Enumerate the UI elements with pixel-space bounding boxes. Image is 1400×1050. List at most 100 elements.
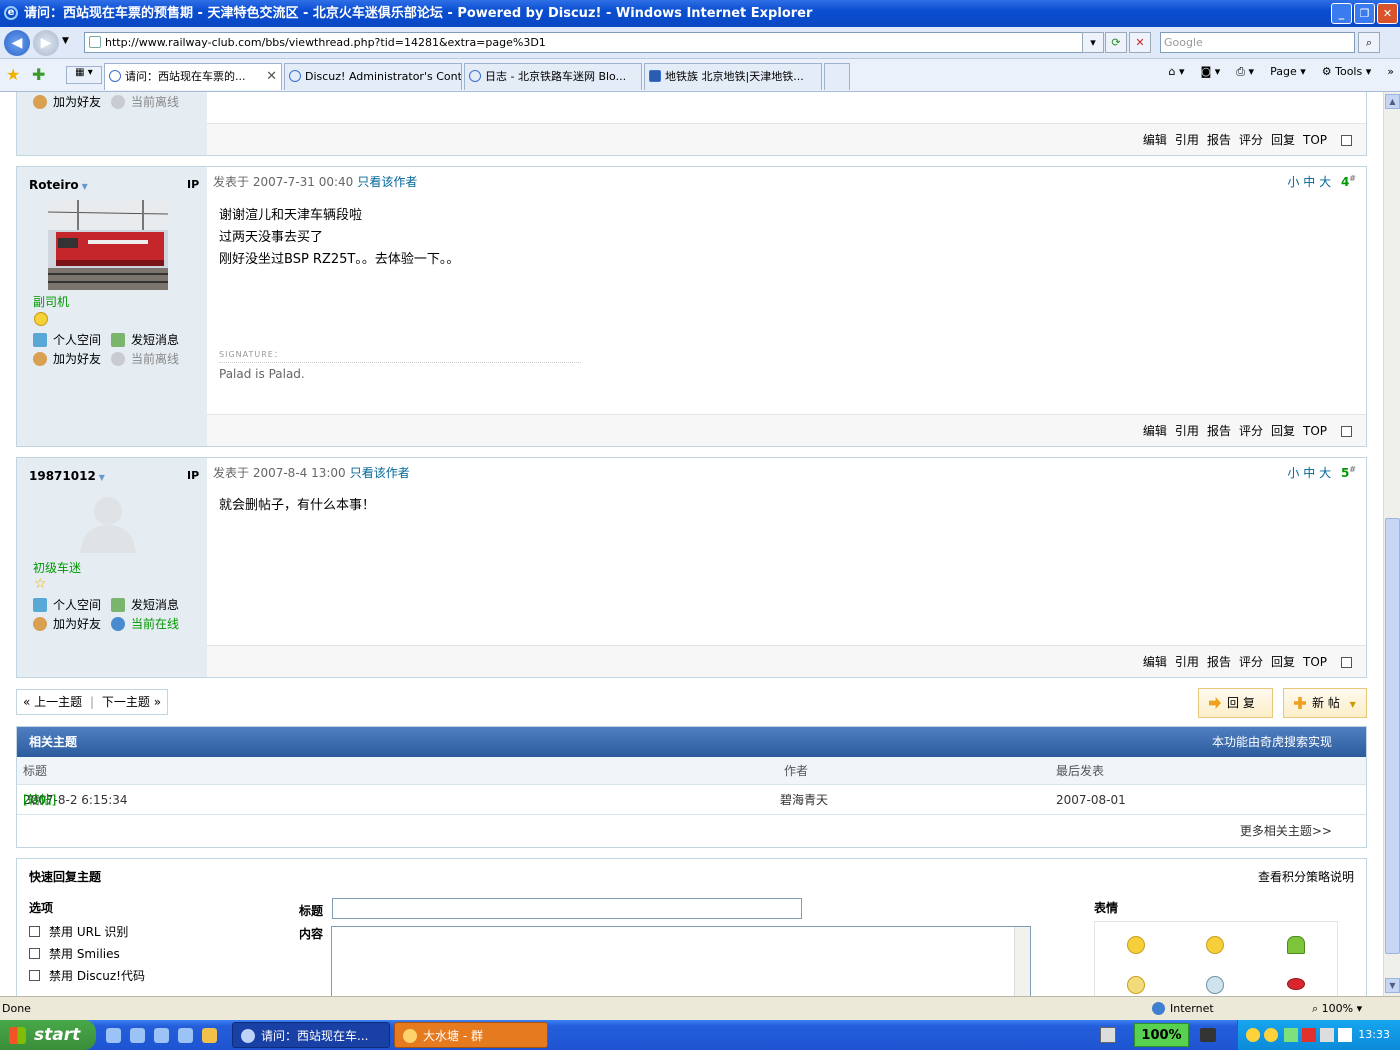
forward-button[interactable]: ▶ (33, 30, 59, 56)
select-post-checkbox[interactable] (1341, 426, 1352, 437)
start-button[interactable]: start (0, 1020, 96, 1050)
credits-policy-link[interactable]: 查看积分策略说明 (1258, 868, 1354, 885)
send-message-link[interactable]: 发短消息 (131, 333, 179, 347)
grin-emoticon-icon[interactable] (1206, 936, 1224, 954)
volume-icon[interactable] (1320, 1028, 1334, 1042)
quote-link[interactable]: 引用 (1175, 424, 1199, 438)
edit-link[interactable]: 编辑 (1143, 133, 1167, 147)
battery-level[interactable]: 100% (1134, 1023, 1189, 1047)
add-favorites-icon[interactable]: ✚ (32, 65, 45, 84)
font-medium-link[interactable]: 中 (1303, 466, 1315, 480)
search-icon[interactable]: ⌕ (1358, 32, 1380, 53)
rate-link[interactable]: 评分 (1239, 424, 1263, 438)
address-dropdown-icon[interactable]: ▾ (1082, 32, 1104, 53)
network-icon[interactable] (1284, 1028, 1298, 1042)
floor-number[interactable]: 4# (1341, 174, 1356, 189)
checkbox[interactable] (29, 926, 40, 937)
quote-link[interactable]: 引用 (1175, 133, 1199, 147)
search-input[interactable]: Google (1160, 32, 1355, 53)
new-post-button[interactable]: 新 帖 ▼ (1283, 688, 1367, 718)
new-tab-button[interactable] (824, 63, 850, 90)
qq-tray-icon[interactable] (1246, 1028, 1260, 1042)
reply-link[interactable]: 回复 (1271, 424, 1295, 438)
report-link[interactable]: 报告 (1207, 424, 1231, 438)
page-scrollbar[interactable]: ▲ ▼ (1383, 92, 1400, 996)
qq-tray-icon-2[interactable] (1264, 1028, 1278, 1042)
subject-input[interactable] (332, 898, 802, 919)
tab-blog[interactable]: 日志 - 北京铁路车迷网 Blo... (464, 63, 642, 90)
quicklaunch-qq-icon[interactable] (154, 1028, 169, 1043)
back-button[interactable]: ◀ (4, 30, 30, 56)
signal-icon[interactable] (1338, 1028, 1352, 1042)
tab-discuz-admin[interactable]: Discuz! Administrator's Contr... (284, 63, 462, 90)
scroll-down-icon[interactable]: ▼ (1385, 978, 1400, 993)
close-button[interactable]: ✕ (1377, 3, 1398, 24)
antivirus-icon[interactable] (1302, 1028, 1316, 1042)
add-friend-link[interactable]: 加为好友 (53, 617, 101, 631)
only-author-link[interactable]: 只看该作者 (350, 466, 410, 480)
top-link[interactable]: TOP (1303, 424, 1327, 438)
only-author-link[interactable]: 只看该作者 (357, 175, 417, 189)
task-qq-group[interactable]: 大水塘 - 群 (394, 1022, 548, 1048)
victory-emoticon-icon[interactable] (1127, 976, 1145, 994)
option-disable-smilies[interactable]: 禁用 Smilies (29, 943, 145, 965)
quicklaunch-folder-icon[interactable] (202, 1028, 217, 1043)
checkbox[interactable] (29, 948, 40, 959)
smile-emoticon-icon[interactable] (1127, 936, 1145, 954)
row-author[interactable]: 碧海青天 (780, 785, 828, 815)
rate-link[interactable]: 评分 (1239, 133, 1263, 147)
edit-link[interactable]: 编辑 (1143, 424, 1167, 438)
textarea-scrollbar[interactable] (1014, 927, 1030, 996)
refresh-icon[interactable]: ⟳ (1105, 32, 1127, 53)
font-large-link[interactable]: 大 (1319, 466, 1331, 480)
cheer-emoticon-icon[interactable] (1287, 936, 1305, 954)
edit-link[interactable]: 编辑 (1143, 655, 1167, 669)
scroll-thumb[interactable] (1385, 518, 1400, 954)
reply-link[interactable]: 回复 (1271, 133, 1295, 147)
chevron-down-icon[interactable]: ▼ (1350, 700, 1356, 709)
scroll-up-icon[interactable]: ▲ (1385, 94, 1400, 109)
floor-number[interactable]: 5# (1341, 465, 1356, 480)
feeds-icon[interactable]: ◙ ▾ (1201, 65, 1221, 79)
font-medium-link[interactable]: 中 (1303, 175, 1315, 189)
keyboard-icon[interactable] (1100, 1027, 1116, 1043)
top-link[interactable]: TOP (1303, 655, 1327, 669)
home-icon[interactable]: ⌂ ▾ (1169, 65, 1185, 79)
font-small-link[interactable]: 小 (1287, 175, 1299, 189)
ip-label[interactable]: IP (187, 469, 199, 482)
favorites-star-icon[interactable]: ★ (6, 65, 20, 84)
more-related-link[interactable]: 更多相关主题>> (1240, 815, 1332, 847)
task-ie-window[interactable]: 请问：西站现在车... (232, 1022, 390, 1048)
top-link[interactable]: TOP (1303, 133, 1327, 147)
report-link[interactable]: 报告 (1207, 133, 1231, 147)
print-icon[interactable]: ⎙ ▾ (1236, 65, 1254, 79)
close-tab-icon[interactable]: ✕ (266, 64, 277, 89)
add-friend-link[interactable]: 加为好友 (53, 352, 101, 366)
reply-button[interactable]: 回 复 (1198, 688, 1273, 718)
maximize-button[interactable]: ❐ (1354, 3, 1375, 24)
quick-tabs-icon[interactable]: ▦ ▾ (66, 66, 102, 84)
minimize-button[interactable]: _ (1331, 3, 1352, 24)
content-textarea[interactable] (331, 926, 1031, 996)
rate-link[interactable]: 评分 (1239, 655, 1263, 669)
ip-label[interactable]: IP (187, 178, 199, 191)
personal-space-link[interactable]: 个人空间 (53, 598, 101, 612)
report-link[interactable]: 报告 (1207, 655, 1231, 669)
checkbox[interactable] (29, 970, 40, 981)
tab-railway-thread[interactable]: 请问：西站现在车票的... ✕ (104, 63, 282, 90)
chevron-more-icon[interactable]: » (1387, 65, 1394, 79)
next-thread-link[interactable]: 下一主题 (102, 695, 150, 709)
add-friend-link[interactable]: 加为好友 (53, 95, 101, 109)
send-message-link[interactable]: 发短消息 (131, 598, 179, 612)
font-large-link[interactable]: 大 (1319, 175, 1331, 189)
lips-emoticon-icon[interactable] (1287, 978, 1305, 990)
select-post-checkbox[interactable] (1341, 657, 1352, 668)
power-plug-icon[interactable] (1200, 1028, 1216, 1042)
stop-icon[interactable]: ✕ (1129, 32, 1151, 53)
font-small-link[interactable]: 小 (1287, 466, 1299, 480)
author-name[interactable]: 19871012 ▼ (29, 469, 105, 483)
zoom-control[interactable]: ⌕ 100% ▾ (1312, 997, 1362, 1020)
clock-emoticon-icon[interactable] (1206, 976, 1224, 994)
select-post-checkbox[interactable] (1341, 135, 1352, 146)
quicklaunch-ie-icon[interactable] (130, 1028, 145, 1043)
